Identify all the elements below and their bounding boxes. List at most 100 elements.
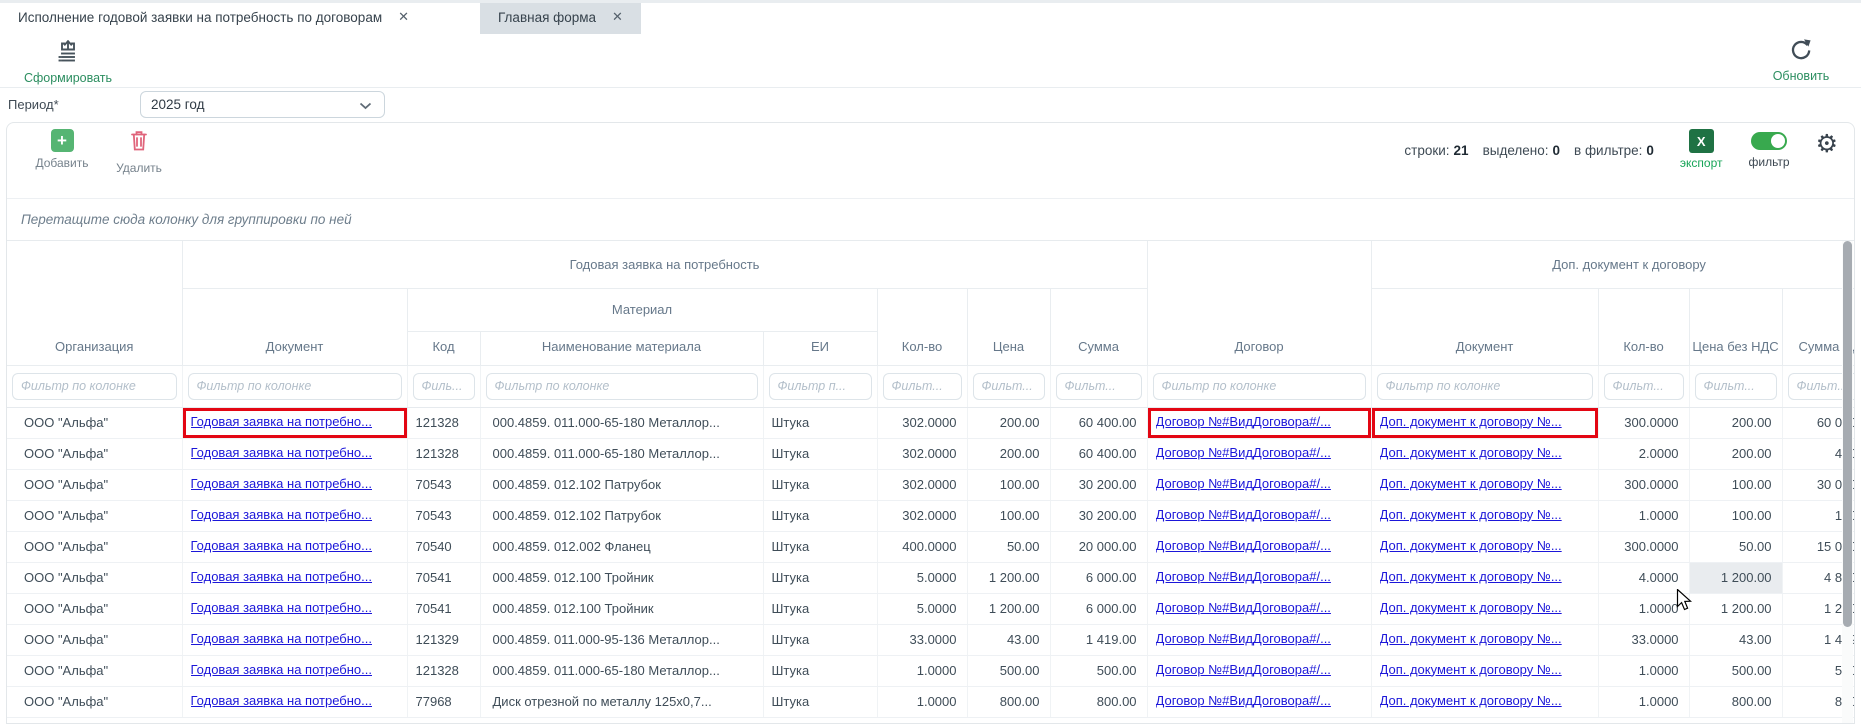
contract-link[interactable]: Договор №#ВидДоговора#/...: [1156, 600, 1331, 615]
filter-input-contract[interactable]: [1153, 373, 1366, 400]
contract-link[interactable]: Договор №#ВидДоговора#/...: [1156, 445, 1331, 460]
scrollbar-thumb[interactable]: [1843, 241, 1852, 627]
contract-link[interactable]: Договор №#ВидДоговора#/...: [1156, 631, 1331, 646]
dopdoc-link[interactable]: Доп. документ к договору №...: [1380, 445, 1562, 460]
col-header-dopdoc[interactable]: Документ: [1371, 288, 1598, 365]
col-header-org[interactable]: Организация: [7, 241, 182, 365]
filter-input-dopdoc[interactable]: [1377, 373, 1593, 400]
table-row[interactable]: ООО "Альфа"Годовая заявка на потребно...…: [7, 562, 1855, 593]
doc-link[interactable]: Годовая заявка на потребно...: [191, 476, 373, 491]
col-header-price[interactable]: Цена: [967, 288, 1050, 365]
dopdoc-link[interactable]: Доп. документ к договору №...: [1380, 476, 1562, 491]
filter-input-qty[interactable]: [883, 373, 962, 400]
dopdoc-link[interactable]: Доп. документ к договору №...: [1380, 631, 1562, 646]
cell-code: 70543: [407, 469, 480, 500]
table-row[interactable]: ООО "Альфа"Годовая заявка на потребно...…: [7, 593, 1855, 624]
tab-main-form[interactable]: Главная форма ✕: [480, 0, 641, 34]
table-row[interactable]: ООО "Альфа"Годовая заявка на потребно...…: [7, 624, 1855, 655]
cell-qty2: 1.0000: [1598, 686, 1689, 717]
contract-link[interactable]: Договор №#ВидДоговора#/...: [1156, 476, 1331, 491]
dopdoc-link[interactable]: Доп. документ к договору №...: [1380, 569, 1562, 584]
doc-link[interactable]: Годовая заявка на потребно...: [191, 538, 373, 553]
cell-code: 121328: [407, 438, 480, 469]
table-row[interactable]: ООО "Альфа"Годовая заявка на потребно...…: [7, 469, 1855, 500]
table-row[interactable]: ООО "Альфа"Годовая заявка на потребно...…: [7, 500, 1855, 531]
filter-input-org[interactable]: [12, 373, 177, 400]
doc-link[interactable]: Годовая заявка на потребно...: [191, 569, 373, 584]
doc-link[interactable]: Годовая заявка на потребно...: [191, 662, 373, 677]
contract-link[interactable]: Договор №#ВидДоговора#/...: [1156, 414, 1331, 429]
delete-row-button[interactable]: Удалить: [103, 129, 175, 175]
export-excel-button[interactable]: X экспорт: [1680, 129, 1723, 170]
col-header-doc[interactable]: Документ: [182, 288, 407, 365]
cell-name: Диск отрезной по металлу 125х0,7...: [480, 686, 763, 717]
cell-name: 000.4859. 011.000-65-180 Металлор...: [480, 438, 763, 469]
group-header-annual-request: Годовая заявка на потребность: [182, 241, 1147, 288]
period-select[interactable]: 2025 год: [140, 91, 385, 118]
dopdoc-link[interactable]: Доп. документ к договору №...: [1380, 662, 1562, 677]
contract-link[interactable]: Договор №#ВидДоговора#/...: [1156, 507, 1331, 522]
generate-button[interactable]: Сформировать: [20, 38, 116, 85]
table-row[interactable]: ООО "Альфа"Годовая заявка на потребно...…: [7, 655, 1855, 686]
close-icon[interactable]: ✕: [398, 9, 409, 25]
contract-link[interactable]: Договор №#ВидДоговора#/...: [1156, 569, 1331, 584]
cell-org: ООО "Альфа": [7, 407, 182, 438]
cell-doc: Годовая заявка на потребно...: [182, 686, 407, 717]
table-row[interactable]: ООО "Альфа" Годовая заявка на потребно...…: [7, 407, 1855, 438]
dopdoc-link[interactable]: Доп. документ к договору №...: [1380, 507, 1562, 522]
gear-icon[interactable]: ⚙: [1816, 132, 1838, 157]
col-header-code[interactable]: Код: [407, 331, 480, 365]
in-filter-count: в фильтре:0: [1574, 143, 1654, 158]
contract-link[interactable]: Договор №#ВидДоговора#/...: [1156, 693, 1331, 708]
col-header-name[interactable]: Наименование материала: [480, 331, 763, 365]
dopdoc-link[interactable]: Доп. документ к договору №...: [1380, 693, 1562, 708]
cell-qty2: 1.0000: [1598, 655, 1689, 686]
cell-ei: Штука: [763, 686, 877, 717]
close-icon[interactable]: ✕: [612, 9, 623, 25]
dopdoc-link[interactable]: Доп. документ к договору №...: [1380, 600, 1562, 615]
table-row[interactable]: ООО "Альфа"Годовая заявка на потребно...…: [7, 686, 1855, 717]
vertical-scrollbar[interactable]: [1842, 241, 1853, 723]
doc-link[interactable]: Годовая заявка на потребно...: [191, 507, 373, 522]
excel-icon: X: [1689, 129, 1714, 153]
tab-label: Главная форма: [498, 10, 596, 25]
doc-link[interactable]: Годовая заявка на потребно...: [191, 414, 373, 429]
filter-toggle[interactable]: фильтр: [1749, 129, 1790, 169]
filter-input-name[interactable]: [486, 373, 758, 400]
cell-ei: Штука: [763, 562, 877, 593]
table-row[interactable]: ООО "Альфа"Годовая заявка на потребно...…: [7, 531, 1855, 562]
dopdoc-link[interactable]: Доп. документ к договору №...: [1380, 538, 1562, 553]
filter-input-sum[interactable]: [1056, 373, 1142, 400]
cell-dopdoc: Доп. документ к договору №...: [1371, 655, 1598, 686]
filter-input-doc[interactable]: [188, 373, 402, 400]
col-header-sum[interactable]: Сумма: [1050, 288, 1147, 365]
col-header-price2[interactable]: Цена без НДС: [1689, 288, 1782, 365]
table-row[interactable]: ООО "Альфа"Годовая заявка на потребно...…: [7, 438, 1855, 469]
cell-qty: 33.0000: [877, 624, 967, 655]
filter-input-qty2[interactable]: [1604, 373, 1684, 400]
doc-link[interactable]: Годовая заявка на потребно...: [191, 631, 373, 646]
toggle-on-icon: [1751, 132, 1787, 150]
filter-input-price[interactable]: [973, 373, 1045, 400]
add-row-button[interactable]: + Добавить: [23, 129, 101, 170]
col-header-qty2[interactable]: Кол-во: [1598, 288, 1689, 365]
doc-link[interactable]: Годовая заявка на потребно...: [191, 693, 373, 708]
cell-price: 1 200.00: [967, 562, 1050, 593]
doc-link[interactable]: Годовая заявка на потребно...: [191, 600, 373, 615]
tab-annual-request-execution[interactable]: Исполнение годовой заявки на потребность…: [0, 0, 470, 34]
filter-input-code[interactable]: [413, 373, 475, 400]
col-header-ei[interactable]: ЕИ: [763, 331, 877, 365]
doc-link[interactable]: Годовая заявка на потребно...: [191, 445, 373, 460]
col-header-contract[interactable]: Договор: [1147, 241, 1371, 365]
contract-link[interactable]: Договор №#ВидДоговора#/...: [1156, 662, 1331, 677]
cell-qty2: 4.0000: [1598, 562, 1689, 593]
table-wrap: Организация Годовая заявка на потребност…: [7, 241, 1855, 718]
filter-input-ei[interactable]: [769, 373, 872, 400]
refresh-button-label: Обновить: [1773, 69, 1830, 83]
refresh-button[interactable]: Обновить: [1763, 38, 1839, 83]
dopdoc-link[interactable]: Доп. документ к договору №...: [1380, 414, 1562, 429]
group-drop-zone[interactable]: Перетащите сюда колонку для группировки …: [7, 198, 1854, 241]
col-header-qty[interactable]: Кол-во: [877, 288, 967, 365]
filter-input-price2[interactable]: [1695, 373, 1777, 400]
contract-link[interactable]: Договор №#ВидДоговора#/...: [1156, 538, 1331, 553]
